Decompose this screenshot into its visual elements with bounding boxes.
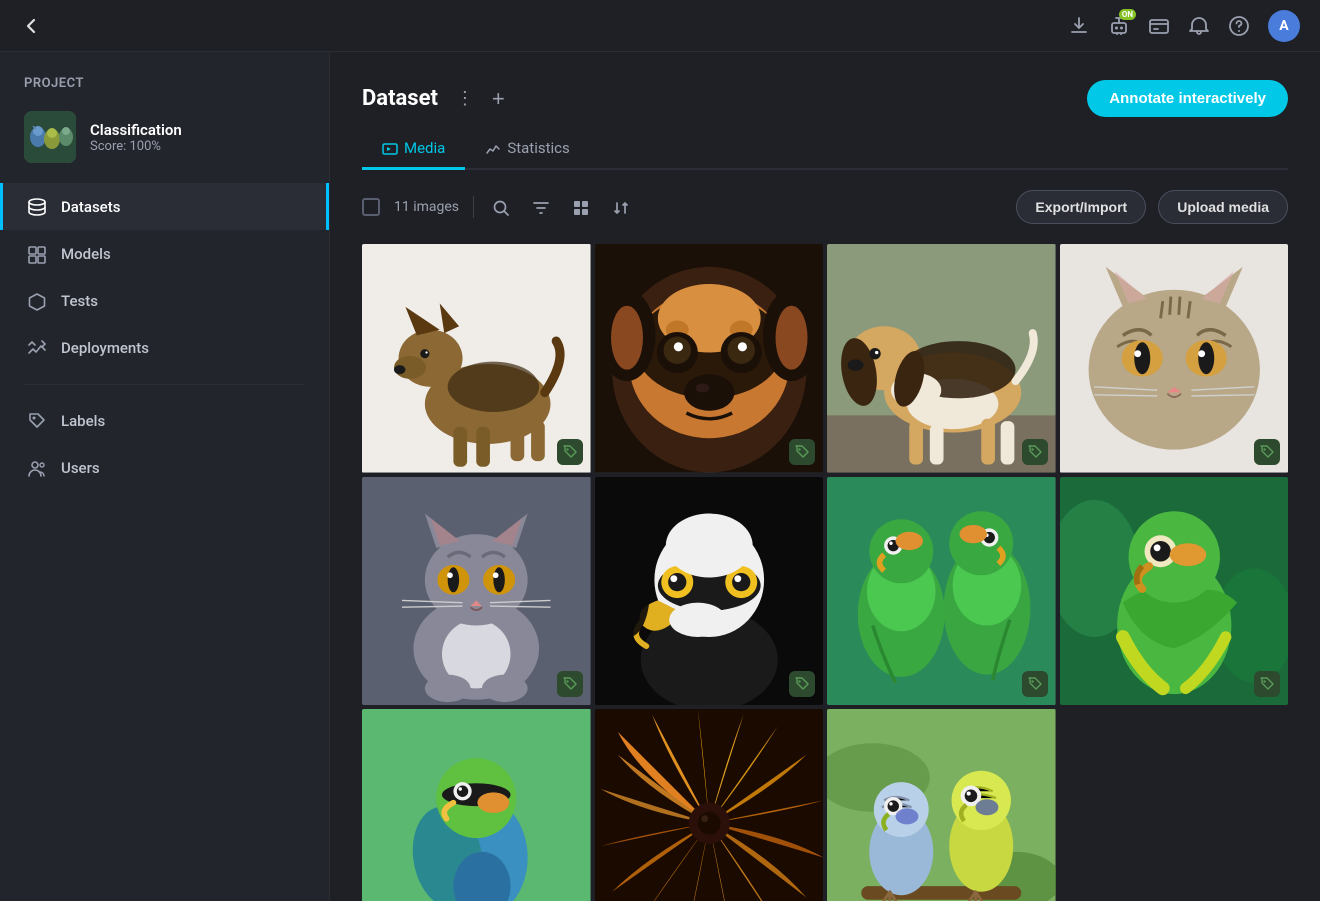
label-badge-5 [557, 671, 583, 697]
dataset-title: Dataset [362, 86, 438, 111]
images-count: 11 images [394, 199, 459, 215]
models-icon [27, 243, 47, 264]
datasets-icon [27, 196, 47, 217]
dataset-header-row: Dataset ⋮ + Annotate interactively [362, 80, 1288, 117]
dataset-header: Dataset ⋮ + [362, 86, 505, 112]
image-cell-9[interactable] [362, 709, 591, 901]
labels-icon [27, 410, 47, 431]
image-cell-empty [1060, 709, 1289, 901]
sidebar: Project Classifica [0, 52, 330, 901]
content-area: Dataset ⋮ + Annotate interactively Media [330, 52, 1320, 901]
image-6 [595, 477, 824, 706]
image-5 [362, 477, 591, 706]
label-badge-7 [1022, 671, 1048, 697]
image-8 [1060, 477, 1289, 706]
annotate-button[interactable]: Annotate interactively [1087, 80, 1288, 117]
deployments-icon [27, 338, 47, 359]
label-badge-6 [789, 671, 815, 697]
image-cell-8[interactable] [1060, 477, 1289, 706]
users-icon [27, 457, 47, 478]
download-icon[interactable] [1068, 15, 1090, 37]
action-bar-right: Export/Import Upload media [1016, 190, 1288, 224]
statistics-tab-icon [485, 139, 501, 157]
project-name: Classification [90, 121, 182, 139]
project-label: Project [0, 76, 329, 103]
action-bar-left: 11 images [362, 193, 634, 222]
tab-media[interactable]: Media [362, 129, 465, 170]
tests-icon [27, 291, 47, 312]
label-badge-8 [1254, 671, 1280, 697]
help-icon[interactable] [1228, 15, 1250, 37]
image-2 [595, 244, 824, 473]
project-info: Classification Score: 100% [90, 121, 182, 154]
models-label: Models [61, 245, 111, 263]
image-10 [595, 709, 824, 901]
on-badge: ON [1119, 9, 1136, 20]
filter-button[interactable] [528, 193, 554, 222]
image-cell-1[interactable] [362, 244, 591, 473]
label-badge-3 [1022, 439, 1048, 465]
sidebar-item-tests[interactable]: Tests [0, 278, 329, 325]
upload-media-button[interactable]: Upload media [1158, 190, 1288, 224]
topbar: ON A [0, 0, 1320, 52]
back-button[interactable] [20, 15, 42, 37]
image-cell-7[interactable] [827, 477, 1056, 706]
bell-icon[interactable] [1188, 15, 1210, 37]
dataset-more-button[interactable]: ⋮ [450, 86, 480, 111]
export-import-button[interactable]: Export/Import [1016, 190, 1146, 224]
sidebar-item-models[interactable]: Models [0, 230, 329, 277]
sidebar-sub-divider [24, 384, 305, 385]
card-icon[interactable] [1148, 15, 1170, 37]
main-layout: Project Classifica [0, 52, 1320, 901]
sidebar-item-deployments[interactable]: Deployments [0, 325, 329, 372]
sidebar-item-users[interactable]: Users [0, 444, 329, 491]
sidebar-nav: Datasets Models [0, 183, 329, 492]
image-9 [362, 709, 591, 901]
select-all-checkbox[interactable] [362, 198, 380, 216]
image-1 [362, 244, 591, 473]
image-grid [362, 244, 1288, 901]
image-4 [1060, 244, 1289, 473]
tab-media-label: Media [404, 139, 445, 157]
dataset-tab-bar: Media Statistics [362, 129, 1288, 170]
label-badge-4 [1254, 439, 1280, 465]
users-label: Users [61, 459, 100, 477]
label-badge-2 [789, 439, 815, 465]
dataset-add-button[interactable]: + [492, 86, 505, 112]
project-item[interactable]: Classification Score: 100% [0, 103, 329, 183]
tests-label: Tests [61, 292, 98, 310]
grid-view-button[interactable] [568, 193, 594, 222]
image-7 [827, 477, 1056, 706]
divider [473, 196, 474, 218]
image-cell-11[interactable] [827, 709, 1056, 901]
avatar[interactable]: A [1268, 10, 1300, 42]
image-cell-2[interactable] [595, 244, 824, 473]
topbar-left [20, 15, 42, 37]
image-cell-5[interactable] [362, 477, 591, 706]
datasets-label: Datasets [61, 198, 120, 216]
image-cell-3[interactable] [827, 244, 1056, 473]
image-cell-10[interactable] [595, 709, 824, 901]
search-button[interactable] [488, 193, 514, 222]
image-cell-6[interactable] [595, 477, 824, 706]
media-tab-icon [382, 139, 398, 157]
tab-statistics-label: Statistics [507, 139, 569, 157]
tab-statistics[interactable]: Statistics [465, 129, 589, 170]
image-cell-4[interactable] [1060, 244, 1289, 473]
sidebar-item-labels[interactable]: Labels [0, 397, 329, 444]
label-badge-1 [557, 439, 583, 465]
sidebar-item-datasets[interactable]: Datasets [0, 183, 329, 230]
project-thumbnail [24, 111, 76, 163]
project-score: Score: 100% [90, 139, 182, 154]
action-bar: 11 images [362, 190, 1288, 224]
labels-label: Labels [61, 412, 105, 430]
image-11 [827, 709, 1056, 901]
sort-button[interactable] [608, 193, 634, 222]
image-3 [827, 244, 1056, 473]
robot-icon[interactable]: ON [1108, 15, 1130, 37]
deployments-label: Deployments [61, 339, 149, 357]
topbar-right: ON A [1068, 10, 1300, 42]
